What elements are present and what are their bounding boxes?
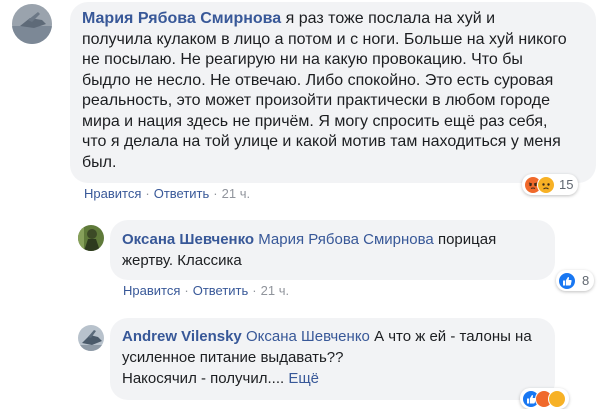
comment-actions: Нравится · Ответить · 21 ч. [84,186,250,201]
mention-link[interactable]: Мария Рябова Смирнова [258,231,434,248]
reply-button[interactable]: Ответить [193,283,249,298]
reaction-count: 15 [559,177,574,192]
comment-bubble: Мария Рябова Смирнова я раз тоже послала… [70,2,596,183]
comment-line: быдло не несло. Не отвечаю. Либо спокойн… [82,71,554,89]
avatar-photo [78,325,104,351]
comment-bubble: Andrew Vilensky Оксана Шевченко А что ж … [110,318,555,400]
avatar[interactable] [12,4,52,44]
comment-text: Мария Рябова Смирнова я раз тоже послала… [82,9,584,173]
reaction-summary[interactable]: 8 [556,270,595,291]
reaction-summary[interactable] [520,388,569,409]
comment-author[interactable]: Andrew Vilensky [122,328,242,345]
avatar-photo [12,4,52,44]
comment-author[interactable]: Оксана Шевченко [122,231,254,248]
separator: · [145,186,150,201]
comment-line: не посылаю. Не реагирую ни на какую пров… [82,51,523,68]
mention-link[interactable]: Оксана Шевченко [246,328,370,345]
comment-line: реальность, это может произойти практиче… [82,92,550,109]
like-button[interactable]: Нравится [123,283,180,298]
comment-line: порицая [437,231,497,248]
comment-actions: Нравится · Ответить · 21 ч. [123,283,289,298]
separator: · [252,283,257,298]
separator: · [213,186,218,201]
comment-line: мира и нация здесь не причём. Я могу спр… [82,112,548,130]
comment-line: усиленное питание выдавать?? [122,349,344,366]
avatar-photo [78,225,104,251]
comment-author[interactable]: Мария Рябова Смирнова [82,10,281,27]
avatar[interactable] [78,325,104,351]
comment-line: что я делала на той улице и какой мотив … [82,133,561,150]
timestamp[interactable]: 21 ч. [222,186,250,201]
like-button[interactable]: Нравится [84,186,141,201]
comment-line: А что ж ей - талоны на [374,328,532,345]
sad-reaction-icon [537,175,555,194]
reaction-summary[interactable]: 15 [522,174,579,195]
reaction-count: 8 [582,273,590,288]
avatar[interactable] [78,225,104,251]
like-reaction-icon [558,271,576,290]
comment-bubble: Оксана Шевченко Мария Рябова Смирнова по… [110,220,555,280]
reply-button[interactable]: Ответить [154,186,210,201]
comment-line: был. [82,153,117,171]
timestamp[interactable]: 21 ч. [261,283,289,298]
comment-line: жертву. Классика [122,252,242,269]
haha-reaction-icon [548,389,566,408]
comment-line: я раз тоже послала на хуй и [285,10,496,27]
separator: · [184,283,189,298]
comment-line: Накосячил - получил.... [122,370,285,387]
comment-line: получила кулаком в лицо а потом и с ноги… [82,30,567,48]
see-more-link[interactable]: Ещё [288,370,319,387]
